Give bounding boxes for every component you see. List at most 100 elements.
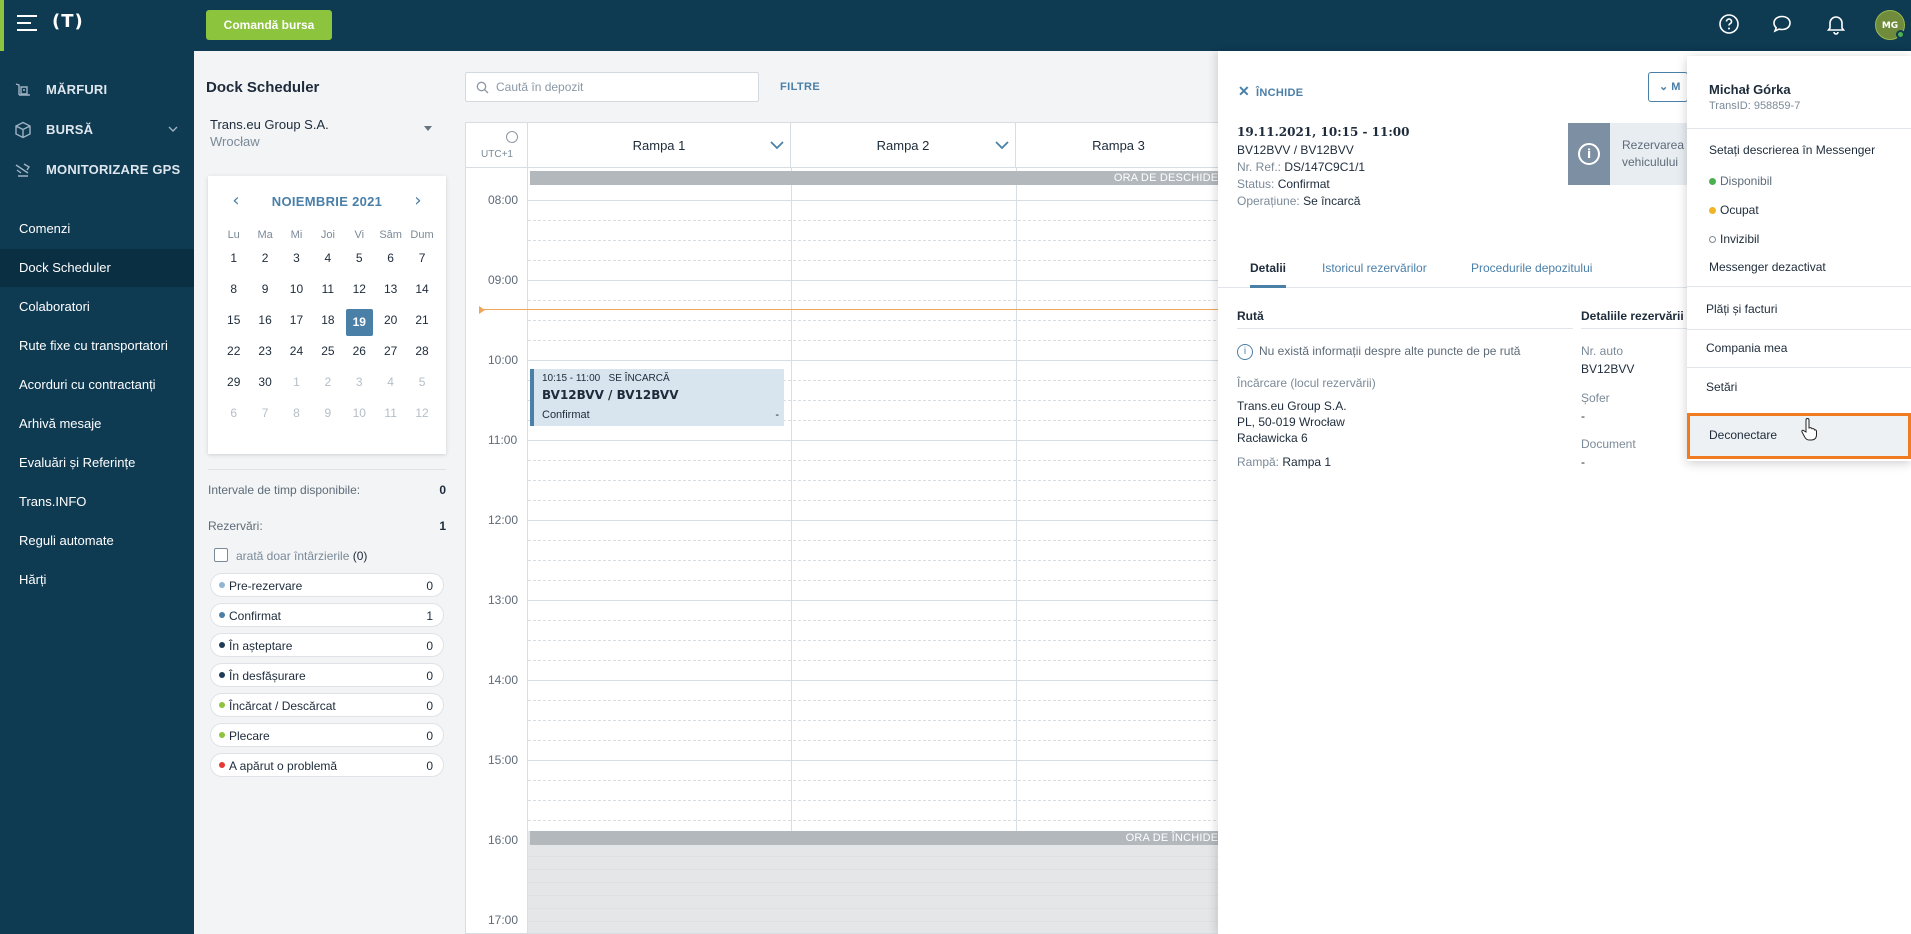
calendar-day[interactable]: 10	[281, 278, 312, 309]
status-filter-item[interactable]: Confirmat 1	[210, 603, 444, 627]
calendar-day[interactable]: 22	[218, 340, 249, 371]
next-month-icon[interactable]: ›	[408, 192, 428, 212]
status-filter-item[interactable]: Încărcat / Descărcat 0	[210, 693, 444, 717]
sidebar-item-acorduri[interactable]: Acorduri cu contractanți	[0, 366, 194, 404]
calendar-day[interactable]: 26	[344, 340, 375, 371]
calendar-day[interactable]: 3	[344, 371, 375, 402]
notifications-bell-icon[interactable]	[1824, 12, 1848, 36]
tab-detalii[interactable]: Detalii	[1250, 261, 1287, 288]
trans-logo[interactable]: (T)	[52, 11, 84, 32]
calendar-day[interactable]: 23	[249, 340, 280, 371]
user-avatar[interactable]: MG	[1875, 10, 1905, 40]
close-label: ÎNCHIDE	[1256, 87, 1304, 99]
calendar-day[interactable]: 29	[218, 371, 249, 402]
more-actions-button[interactable]: ⌄ M	[1648, 72, 1688, 102]
status-busy-item[interactable]: Ocupat	[1709, 203, 1759, 217]
calendar-day[interactable]: 4	[375, 371, 406, 402]
address-line: Trans.eu Group S.A.	[1237, 399, 1347, 413]
sidebar-item-reguli-automate[interactable]: Reguli automate	[0, 522, 194, 560]
calendar-day[interactable]: 18	[312, 309, 343, 340]
calendar-day[interactable]: 14	[406, 278, 437, 309]
calendar-day[interactable]: 24	[281, 340, 312, 371]
calendar-day[interactable]: 25	[312, 340, 343, 371]
calendar-day[interactable]: 5	[344, 247, 375, 278]
calendar-day[interactable]: 6	[218, 402, 249, 433]
menu-icon[interactable]	[17, 15, 37, 31]
help-icon[interactable]	[1717, 12, 1741, 36]
calendar-day[interactable]: 1	[218, 247, 249, 278]
calendar-day[interactable]: 11	[312, 278, 343, 309]
time-grid-line	[528, 200, 1234, 201]
calendar-day[interactable]: 12	[406, 402, 437, 433]
sidebar-item-dock-scheduler[interactable]: Dock Scheduler	[0, 249, 194, 287]
status-available-item[interactable]: Disponibil	[1709, 174, 1772, 188]
ramp-header-3[interactable]: Rampa 3	[1016, 123, 1234, 168]
previous-month-icon[interactable]: ‹	[226, 192, 246, 212]
info-card-line: Rezervarea	[1622, 138, 1685, 152]
calendar-day[interactable]: 15	[218, 309, 249, 340]
sidebar-item-arhiva-mesaje[interactable]: Arhivă mesaje	[0, 405, 194, 443]
close-detail-button[interactable]: ✕ ÎNCHIDE	[1238, 83, 1303, 100]
ramp-header-1[interactable]: Rampa 1	[528, 123, 791, 168]
calendar-day[interactable]: 8	[281, 402, 312, 433]
chevron-down-icon[interactable]	[770, 141, 784, 150]
calendar-day[interactable]: 30	[249, 371, 280, 402]
calendar-day[interactable]: 21	[406, 309, 437, 340]
calendar-day[interactable]: 1	[281, 371, 312, 402]
calendar-day[interactable]: 5	[406, 371, 437, 402]
calendar-day[interactable]: 7	[406, 247, 437, 278]
status-filter-item[interactable]: În așteptare 0	[210, 633, 444, 657]
ramp-header-2[interactable]: Rampa 2	[791, 123, 1016, 168]
settings-item[interactable]: Setări	[1706, 380, 1737, 394]
sidebar-item-gps[interactable]: MONITORIZARE GPS	[0, 150, 194, 190]
calendar-day[interactable]: 10	[344, 402, 375, 433]
calendar-day[interactable]: 13	[375, 278, 406, 309]
calendar-day[interactable]: 2	[312, 371, 343, 402]
payments-invoices-item[interactable]: Plăți și facturi	[1706, 302, 1777, 316]
sidebar-item-comenzi[interactable]: Comenzi	[0, 210, 194, 248]
calendar-day[interactable]: 12	[344, 278, 375, 309]
calendar-day[interactable]: 17	[281, 309, 312, 340]
messenger-description-item[interactable]: Setați descrierea în Messenger	[1709, 143, 1875, 157]
calendar-day[interactable]: 6	[375, 247, 406, 278]
status-filter-item[interactable]: A apărut o problemă 0	[210, 753, 444, 777]
calendar-day[interactable]: 9	[249, 278, 280, 309]
calendar-day[interactable]: 9	[312, 402, 343, 433]
filters-button[interactable]: FILTRE	[780, 81, 820, 93]
calendar-day[interactable]: 3	[281, 247, 312, 278]
chevron-down-icon[interactable]	[995, 141, 1009, 150]
calendar-month-label[interactable]: NOIEMBRIE 2021	[248, 194, 406, 209]
calendar-day[interactable]: 16	[249, 309, 280, 340]
late-only-checkbox[interactable]	[214, 548, 228, 562]
calendar-day[interactable]: 8	[218, 278, 249, 309]
calendar-day[interactable]: 7	[249, 402, 280, 433]
tab-istoric-rezervari[interactable]: Istoricul rezervărilor	[1322, 261, 1427, 288]
status-invisible-item[interactable]: Invizibil	[1709, 232, 1759, 246]
search-input[interactable]	[496, 78, 751, 96]
sidebar-item-evaluari[interactable]: Evaluări și Referințe	[0, 444, 194, 482]
sidebar-item-trans-info[interactable]: Trans.INFO	[0, 483, 194, 521]
sidebar-item-harti[interactable]: Hărți	[0, 561, 194, 599]
status-filter-item[interactable]: Pre-rezervare 0	[210, 573, 444, 597]
calendar-day[interactable]: 20	[375, 309, 406, 340]
calendar-day[interactable]: 11	[375, 402, 406, 433]
sidebar-item-bursa[interactable]: BURSĂ	[0, 110, 194, 150]
warehouse-select[interactable]: Trans.eu Group S.A. Wrocław	[206, 111, 436, 151]
calendar-day[interactable]: 19	[344, 309, 375, 340]
calendar-day[interactable]: 2	[249, 247, 280, 278]
messenger-off-item[interactable]: Messenger dezactivat	[1709, 260, 1826, 274]
my-company-item[interactable]: Compania mea	[1706, 341, 1787, 355]
calendar-day[interactable]: 28	[406, 340, 437, 371]
messenger-icon[interactable]	[1770, 12, 1794, 36]
sidebar-item-rute-fixe[interactable]: Rute fixe cu transportatori	[0, 327, 194, 365]
sidebar-item-colaboratori[interactable]: Colaboratori	[0, 288, 194, 326]
tab-proceduri-depozit[interactable]: Procedurile depozitului	[1471, 261, 1592, 288]
calendar-day[interactable]: 4	[312, 247, 343, 278]
exchange-order-button[interactable]: Comandă bursa	[206, 10, 332, 40]
calendar-day[interactable]: 27	[375, 340, 406, 371]
logout-button[interactable]: Deconectare	[1687, 413, 1911, 459]
sidebar-item-marfuri[interactable]: MĂRFURI	[0, 70, 194, 110]
booking-card[interactable]: 10:15 - 11:00 SE ÎNCARCĂ BV12BVV / BV12B…	[530, 369, 784, 426]
status-filter-item[interactable]: Plecare 0	[210, 723, 444, 747]
status-filter-item[interactable]: În desfășurare 0	[210, 663, 444, 687]
